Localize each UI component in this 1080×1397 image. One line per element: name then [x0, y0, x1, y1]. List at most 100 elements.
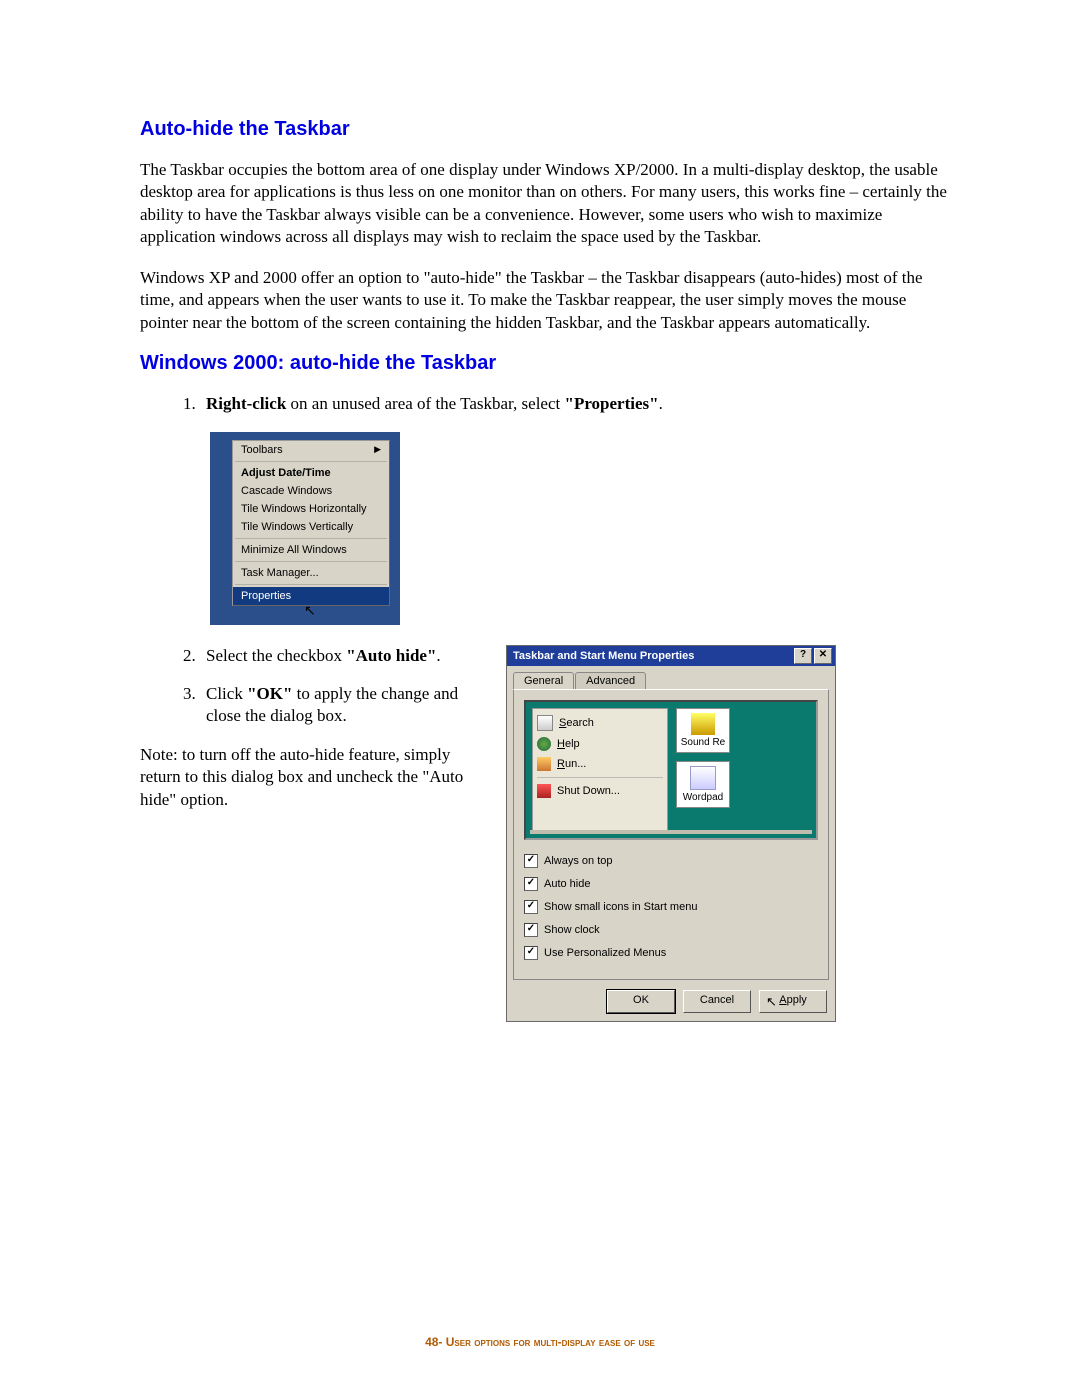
dialog-title: Taskbar and Start Menu Properties: [513, 650, 694, 662]
sound-recorder-label: Sound Re: [681, 737, 725, 748]
start-menu-preview: Search Help Run... Shut Down...: [532, 708, 668, 832]
step1-text1: on an unused area of the Taskbar, select: [286, 394, 564, 413]
cursor-icon: ↖: [304, 602, 390, 619]
step1-bold2: "Properties": [565, 394, 659, 413]
tab-general[interactable]: General: [513, 672, 574, 689]
menu-cascade[interactable]: Cascade Windows: [233, 482, 389, 500]
step-1: Right-click on an unused area of the Tas…: [200, 393, 950, 415]
step2-text2: .: [436, 646, 440, 665]
dialog-panel: Search Help Run... Shut Down... Sound Re…: [513, 689, 829, 980]
checkbox-show-clock[interactable]: ✓ Show clock: [524, 923, 818, 937]
checkbox-label: Use Personalized Menus: [544, 947, 666, 959]
checkbox-icon: ✓: [524, 877, 538, 891]
checkbox-label: Show small icons in Start menu: [544, 901, 697, 913]
step3-bold: "OK": [247, 684, 292, 703]
menu-adjust-date[interactable]: Adjust Date/Time: [233, 464, 389, 482]
dialog-titlebar: Taskbar and Start Menu Properties ? ✕: [507, 646, 835, 666]
menu-tileh-label: Tile Windows Horizontally: [241, 503, 367, 515]
menu-props-label: Properties: [241, 590, 291, 602]
checkbox-group: ✓Always on top ✓Auto hide ✓Show small ic…: [524, 854, 818, 960]
menu-tile-horizontal[interactable]: Tile Windows Horizontally: [233, 500, 389, 518]
start-search: Search: [537, 715, 663, 731]
menu-separator: [235, 584, 387, 585]
start-search-label: earch: [566, 717, 594, 729]
sound-recorder-icon: [691, 713, 715, 735]
menu-separator: [235, 561, 387, 562]
start-shutdown-label: Shut Down...: [557, 785, 620, 797]
note-paragraph: Note: to turn off the auto-hide feature,…: [140, 744, 490, 811]
context-menu: Toolbars ▶ Adjust Date/Time Cascade Wind…: [232, 440, 390, 606]
checkbox-label: Show clock: [544, 924, 600, 936]
menu-minimize-all[interactable]: Minimize All Windows: [233, 541, 389, 559]
apply-button[interactable]: ↖ Apply: [759, 990, 827, 1013]
cancel-button[interactable]: Cancel: [683, 990, 751, 1013]
desktop-wordpad: Wordpad: [676, 761, 730, 808]
dialog-buttons: OK Cancel ↖ Apply: [507, 986, 835, 1021]
menu-min-label: Minimize All Windows: [241, 544, 347, 556]
menu-cascade-label: Cascade Windows: [241, 485, 332, 497]
step-list: Right-click on an unused area of the Tas…: [140, 393, 950, 415]
footer-page-number: 48-: [425, 1335, 446, 1349]
run-icon: [537, 757, 551, 771]
apply-label: pply: [787, 994, 807, 1006]
step-2: Select the checkbox "Auto hide".: [200, 645, 490, 667]
checkbox-label: Auto hide: [544, 878, 590, 890]
ok-button[interactable]: OK: [607, 990, 675, 1013]
checkbox-auto-hide[interactable]: ✓ Auto hide: [524, 877, 818, 891]
two-column-row: Select the checkbox "Auto hide". Click "…: [140, 645, 950, 1022]
start-help-label: elp: [565, 738, 580, 750]
step-3: Click "OK" to apply the change and close…: [200, 683, 490, 728]
submenu-arrow-icon: ▶: [374, 444, 381, 455]
start-run-label: un...: [565, 758, 586, 770]
step-list-cont: Select the checkbox "Auto hide". Click "…: [140, 645, 490, 728]
desktop-icons-preview: Sound Re Wordpad: [676, 708, 730, 832]
step1-text2: .: [659, 394, 663, 413]
menu-toolbars-label: Toolbars: [241, 444, 283, 456]
menu-separator: [235, 461, 387, 462]
dialog-tabs: General Advanced: [507, 666, 835, 689]
help-button-icon[interactable]: ?: [794, 648, 812, 664]
taskbar-preview: Search Help Run... Shut Down... Sound Re…: [524, 700, 818, 840]
left-column: Select the checkbox "Auto hide". Click "…: [140, 645, 502, 830]
menu-tilev-label: Tile Windows Vertically: [241, 521, 353, 533]
page-footer: 48- User options for multi-display ease …: [0, 1335, 1080, 1349]
checkbox-small-icons[interactable]: ✓ Show small icons in Start menu: [524, 900, 818, 914]
close-button-icon[interactable]: ✕: [814, 648, 832, 664]
step2-text1: Select the checkbox: [206, 646, 346, 665]
figure-context-menu: Toolbars ▶ Adjust Date/Time Cascade Wind…: [210, 432, 950, 625]
checkbox-label: Always on top: [544, 855, 612, 867]
footer-text: User options for multi-display ease of u…: [446, 1335, 655, 1349]
menu-task-manager[interactable]: Task Manager...: [233, 564, 389, 582]
checkbox-always-on-top[interactable]: ✓Always on top: [524, 854, 818, 868]
search-icon: [537, 715, 553, 731]
menu-adjust-label: Adjust Date/Time: [241, 467, 331, 479]
checkbox-icon: ✓: [524, 946, 538, 960]
heading-autohide: Auto-hide the Taskbar: [140, 118, 950, 141]
titlebar-buttons: ? ✕: [794, 648, 832, 664]
taskbar-preview-bar: [530, 830, 812, 834]
heading-win2000: Windows 2000: auto-hide the Taskbar: [140, 352, 950, 375]
menu-toolbars[interactable]: Toolbars ▶: [233, 441, 389, 459]
menu-tile-vertical[interactable]: Tile Windows Vertically: [233, 518, 389, 536]
wordpad-icon: [690, 766, 716, 790]
taskbar-context-menu: Toolbars ▶ Adjust Date/Time Cascade Wind…: [210, 432, 400, 625]
step1-bold1: Right-click: [206, 394, 286, 413]
desktop-sound-recorder: Sound Re: [676, 708, 730, 753]
tab-advanced[interactable]: Advanced: [575, 672, 646, 689]
start-help: Help: [537, 737, 663, 751]
menu-task-label: Task Manager...: [241, 567, 319, 579]
step2-bold: "Auto hide": [346, 646, 436, 665]
shutdown-icon: [537, 784, 551, 798]
checkbox-icon: ✓: [524, 923, 538, 937]
cursor-icon: ↖: [766, 992, 777, 1011]
start-shutdown: Shut Down...: [537, 777, 663, 798]
checkbox-personalized-menus[interactable]: ✓ Use Personalized Menus: [524, 946, 818, 960]
paragraph-2: Windows XP and 2000 offer an option to "…: [140, 267, 950, 334]
wordpad-label: Wordpad: [683, 792, 723, 803]
start-run: Run...: [537, 757, 663, 771]
step3-text1: Click: [206, 684, 247, 703]
document-page: Auto-hide the Taskbar The Taskbar occupi…: [0, 0, 1080, 1397]
paragraph-1: The Taskbar occupies the bottom area of …: [140, 159, 950, 249]
checkbox-icon: ✓: [524, 900, 538, 914]
menu-separator: [235, 538, 387, 539]
